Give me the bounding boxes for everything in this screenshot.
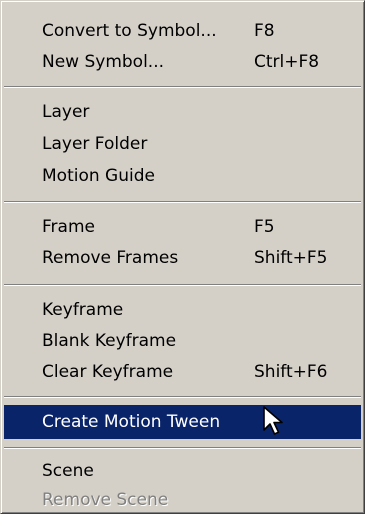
menu-item-shortcut: Ctrl+F8 [254,52,320,72]
menu-item-keyframe[interactable]: Keyframe [4,295,361,325]
menu-item-remove-frames[interactable]: Remove Frames Shift+F5 [4,243,361,273]
menu-item-label: Remove Frames [42,248,179,268]
menu-item-label: Clear Keyframe [42,362,174,382]
menu-item-shortcut: F5 [254,217,275,237]
menu-item-label: Convert to Symbol... [42,21,217,41]
menu-item-motion-guide[interactable]: Motion Guide [4,161,361,191]
menu-item-label: Frame [42,217,95,237]
menu-item-label: Keyframe [42,300,124,320]
menu-item-blank-keyframe[interactable]: Blank Keyframe [4,326,361,356]
menu-item-shortcut: F8 [254,21,275,41]
menu-item-label: Create Motion Tween [42,412,221,432]
menu-item-label: Scene [42,461,94,481]
menu-item-layer-folder[interactable]: Layer Folder [4,129,361,159]
menu-item-clear-keyframe[interactable]: Clear Keyframe Shift+F6 [4,357,361,387]
menu-separator [4,284,361,286]
context-menu: Convert to Symbol... F8 New Symbol... Ct… [0,0,365,514]
menu-item-label: New Symbol... [42,52,165,72]
menu-item-remove-scene: Remove Scene [4,485,361,515]
menu-item-label: Motion Guide [42,166,155,186]
menu-item-create-motion-tween[interactable]: Create Motion Tween [4,405,361,439]
menu-item-convert-to-symbol[interactable]: Convert to Symbol... F8 [4,16,361,46]
menu-item-shortcut: Shift+F6 [254,362,328,382]
menu-separator [4,396,361,398]
menu-item-new-symbol[interactable]: New Symbol... Ctrl+F8 [4,47,361,77]
menu-item-frame[interactable]: Frame F5 [4,212,361,242]
menu-item-label: Layer Folder [42,134,148,154]
menu-item-shortcut: Shift+F5 [254,248,328,268]
arrow-pointer-icon [263,406,283,435]
menu-item-label: Remove Scene [42,490,169,510]
menu-separator [4,86,361,88]
menu-item-layer[interactable]: Layer [4,97,361,127]
menu-separator [4,447,361,449]
menu-item-scene[interactable]: Scene [4,456,361,486]
menu-item-label: Blank Keyframe [42,331,177,351]
menu-separator [4,201,361,203]
menu-item-label: Layer [42,102,90,122]
